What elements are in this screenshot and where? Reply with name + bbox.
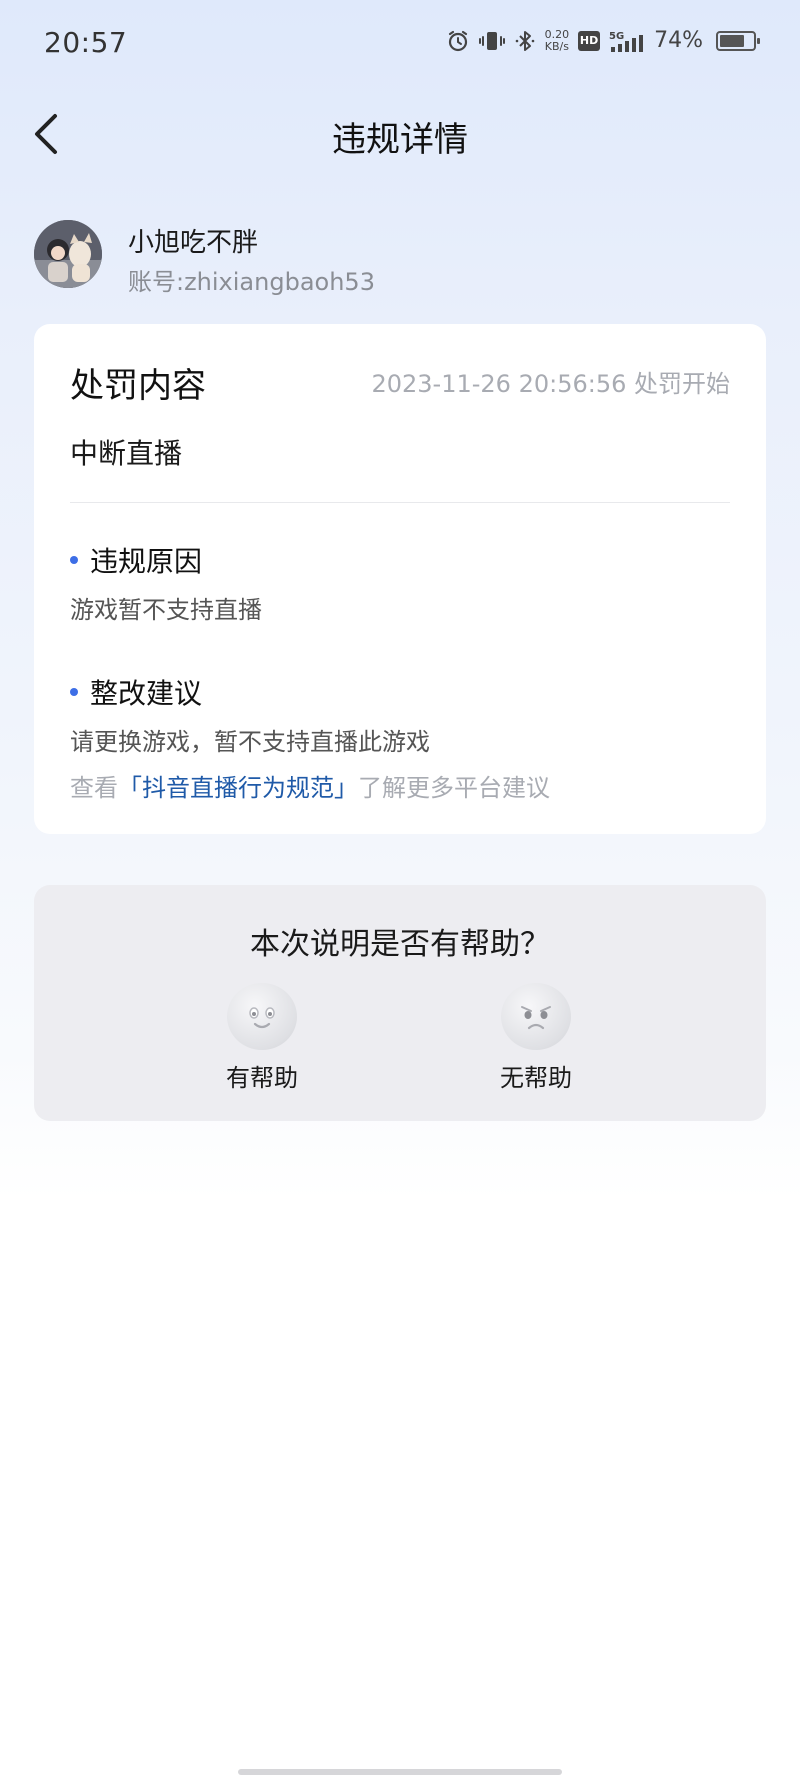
net-speed-value: 0.20 [544, 27, 570, 41]
bullet-dot-icon [70, 556, 78, 564]
nav-bar: 违规详情 [0, 100, 800, 170]
penalty-card: 处罚内容 2023-11-26 20:56:56 处罚开始 中断直播 违规原因 … [34, 324, 766, 834]
penalty-start-time: 2023-11-26 20:56:56 处罚开始 [371, 370, 730, 398]
home-indicator[interactable] [238, 1769, 562, 1775]
status-time: 20:57 [44, 26, 128, 59]
page-title: 违规详情 [332, 120, 468, 160]
guideline-prefix: 查看 [70, 774, 118, 802]
penalty-title: 处罚内容 [70, 366, 206, 406]
user-name: 小旭吃不胖 [128, 228, 259, 258]
avatar[interactable] [34, 220, 102, 288]
guideline-link[interactable]: 「抖音直播行为规范」 [118, 774, 358, 802]
status-bar: 20:57 0.20 KB/s HD 5G 74% [0, 0, 800, 90]
network-speed: 0.20 KB/s [544, 27, 570, 53]
vibrate-icon [478, 29, 505, 53]
helpful-label: 有帮助 [226, 1064, 298, 1092]
unhelpful-button[interactable]: 无帮助 [466, 983, 606, 1093]
user-account-id: 账号:zhixiangbaoh53 [128, 268, 375, 296]
guideline-line: 查看「抖音直播行为规范」了解更多平台建议 [70, 768, 550, 803]
bullet-dot-icon [70, 688, 78, 696]
alarm-icon [446, 29, 470, 53]
suggestion-heading: 整改建议 [70, 672, 202, 712]
net-speed-unit: KB/s [544, 39, 569, 53]
user-info: 小旭吃不胖 账号:zhixiangbaoh53 [34, 218, 774, 296]
status-icons: 0.20 KB/s HD 5G 74% [446, 27, 760, 53]
sad-face-icon [501, 983, 571, 1050]
feedback-card: 本次说明是否有帮助？ 有帮助 无帮助 [34, 885, 766, 1121]
violation-reason-label: 违规原因 [90, 545, 203, 578]
battery-fill [720, 34, 744, 47]
battery-percent: 74% [654, 28, 703, 53]
suggestion-text: 请更换游戏，暂不支持直播此游戏 [70, 728, 430, 756]
network-type-label: 5G [609, 31, 624, 42]
bluetooth-icon [514, 29, 536, 53]
guideline-suffix: 了解更多平台建议 [358, 774, 550, 802]
helpful-button[interactable]: 有帮助 [192, 983, 332, 1093]
divider [70, 502, 730, 503]
signal-5g-icon: 5G [609, 29, 644, 53]
violation-reason-text: 游戏暂不支持直播 [70, 596, 262, 624]
feedback-question: 本次说明是否有帮助？ [250, 927, 550, 962]
penalty-value: 中断直播 [70, 437, 183, 470]
suggestion-label: 整改建议 [90, 677, 203, 710]
hd-icon: HD [578, 30, 601, 51]
battery-icon [716, 30, 760, 51]
happy-face-icon [227, 983, 297, 1050]
violation-reason-heading: 违规原因 [70, 540, 202, 580]
unhelpful-label: 无帮助 [500, 1064, 572, 1092]
